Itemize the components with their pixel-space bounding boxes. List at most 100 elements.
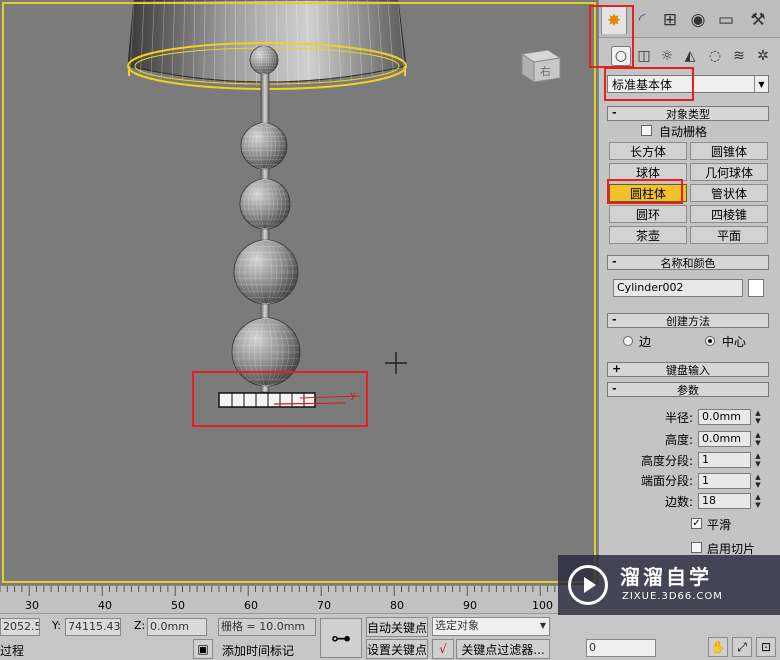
key-filters-button[interactable]: 关键点过滤器...: [456, 639, 550, 659]
sphere-bead[interactable]: [249, 45, 279, 75]
radius-spinner[interactable]: ▲ ▼: [753, 409, 763, 425]
rollout-name-color[interactable]: - 名称和颜色: [607, 255, 769, 270]
tube-button[interactable]: 管状体: [690, 184, 768, 202]
height-label: 高度:: [664, 433, 693, 447]
tab-utilities-icon[interactable]: ⚒: [745, 6, 771, 34]
ruler-tick-50: 50: [171, 599, 185, 612]
height-segments-field[interactable]: 1: [698, 452, 751, 468]
rollout-creation-method[interactable]: - 创建方法: [607, 313, 769, 328]
height-segments-label: 高度分段:: [640, 454, 693, 468]
cylinder-object[interactable]: [218, 392, 361, 408]
chevron-down-icon: ▼: [754, 76, 768, 92]
rollout-title: 对象类型: [666, 107, 710, 121]
radio-center[interactable]: [705, 336, 715, 346]
tab-motion-icon[interactable]: ◉: [685, 6, 711, 34]
geosphere-button[interactable]: 几何球体: [690, 163, 768, 181]
rollout-keyboard-entry[interactable]: + 键盘输入: [607, 362, 769, 377]
smooth-checkbox[interactable]: ✓: [691, 518, 702, 529]
watermark-logo: 溜溜自学 ZIXUE.3D66.COM: [558, 555, 780, 615]
cone-button[interactable]: 圆锥体: [690, 142, 768, 160]
pan-icon[interactable]: ✋: [708, 637, 728, 657]
viewcube-icon[interactable]: 右: [520, 49, 562, 83]
sphere-bead[interactable]: [240, 122, 288, 170]
radius-field[interactable]: 0.0mm: [698, 409, 751, 425]
perspective-viewport[interactable]: y 右: [0, 0, 598, 585]
frame-field[interactable]: 0: [586, 639, 656, 657]
rollout-object-type[interactable]: - 对象类型: [607, 106, 769, 121]
panel-tabs: ✸ ◜ ⊞ ◉ ▭ ⚒: [599, 0, 780, 38]
rollout-parameters[interactable]: - 参数: [607, 382, 769, 397]
cap-segments-spinner[interactable]: ▲ ▼: [753, 473, 763, 489]
crosshair-cursor-icon: [385, 352, 407, 374]
scene-canvas[interactable]: y 右: [0, 0, 598, 585]
tab-hierarchy-icon[interactable]: ⊞: [657, 6, 683, 34]
auto-key-button[interactable]: 自动关键点: [366, 617, 428, 637]
sphere-bead[interactable]: [239, 178, 291, 230]
rollout-sign: +: [612, 362, 622, 375]
key-selection-dropdown[interactable]: 选定对象 ▼: [432, 617, 550, 636]
systems-icon[interactable]: ✲: [753, 46, 773, 66]
pyramid-button[interactable]: 四棱锥: [690, 205, 768, 223]
add-time-tag[interactable]: 添加时间标记: [222, 642, 294, 659]
subcategory-row: ○ ◫ ☼ ◭ ◌ ≋ ✲: [599, 40, 780, 70]
height-segments-spinner[interactable]: ▲ ▼: [753, 452, 763, 468]
ruler-tick-70: 70: [317, 599, 331, 612]
key-selection-value: 选定对象: [435, 619, 479, 632]
cameras-icon[interactable]: ◭: [680, 46, 700, 66]
cap-segments-field[interactable]: 1: [698, 473, 751, 489]
plane-button[interactable]: 平面: [690, 226, 768, 244]
tab-create-icon[interactable]: ✸: [601, 6, 627, 34]
teapot-button[interactable]: 茶壶: [609, 226, 687, 244]
box-button[interactable]: 长方体: [609, 142, 687, 160]
zoom-region-icon[interactable]: ⤢: [732, 637, 752, 657]
command-panel: ✸ ◜ ⊞ ◉ ▭ ⚒ ○ ◫ ☼ ◭ ◌ ≋ ✲ 标准基本体 ▼ - 对象类型 …: [598, 0, 780, 585]
shapes-icon[interactable]: ◫: [634, 46, 654, 66]
sphere-button[interactable]: 球体: [609, 163, 687, 181]
status-bar: 2052.5 Y: 74115.43m Z: 0.0mm 栅格 = 10.0mm…: [0, 613, 560, 660]
set-key-icon[interactable]: ⊶: [320, 618, 362, 658]
helpers-icon[interactable]: ◌: [705, 46, 725, 66]
z-label: Z:: [134, 619, 146, 632]
sphere-bead[interactable]: [231, 317, 301, 387]
ruler-tick-40: 40: [98, 599, 112, 612]
maximize-icon[interactable]: ⊡: [756, 637, 776, 657]
torus-button[interactable]: 圆环: [609, 205, 687, 223]
axis-y-label: y: [350, 390, 356, 401]
tab-display-icon[interactable]: ▭: [713, 6, 739, 34]
z-coordinate-field[interactable]: 0.0mm: [147, 618, 207, 636]
ruler-tick-30: 30: [25, 599, 39, 612]
radius-label: 半径:: [664, 411, 693, 425]
x-coordinate-field[interactable]: 2052.5: [0, 618, 40, 636]
rollout-title: 键盘输入: [666, 363, 710, 377]
object-name-field[interactable]: Cylinder002: [613, 279, 743, 297]
radio-edge[interactable]: [623, 336, 633, 346]
sides-spinner[interactable]: ▲ ▼: [753, 493, 763, 509]
y-label: Y:: [52, 619, 61, 632]
sides-field[interactable]: 18: [698, 493, 751, 509]
timeline-ruler[interactable]: 30 40 50 60 70 80 90 100: [0, 585, 560, 613]
play-logo-icon: [568, 565, 608, 605]
geometry-icon[interactable]: ○: [611, 46, 631, 66]
sphere-bead[interactable]: [233, 239, 299, 305]
autogrid-label: 自动栅格: [659, 125, 708, 139]
chevron-down-icon: ▼: [539, 621, 546, 630]
ruler-tick-60: 60: [244, 599, 258, 612]
radio-edge-label: 边: [639, 335, 652, 349]
curve-editor-icon[interactable]: √: [432, 639, 454, 659]
status-prompt: 过程: [0, 644, 25, 658]
ruler-tick-80: 80: [390, 599, 404, 612]
tab-modify-icon[interactable]: ◜: [629, 6, 655, 34]
time-tag-icon[interactable]: ▣: [193, 639, 213, 659]
object-color-swatch[interactable]: [748, 279, 764, 297]
primitive-type-dropdown[interactable]: 标准基本体 ▼: [607, 75, 769, 93]
lights-icon[interactable]: ☼: [657, 46, 677, 66]
spacewarps-icon[interactable]: ≋: [729, 46, 749, 66]
cylinder-button[interactable]: 圆柱体: [609, 184, 687, 202]
set-key-button[interactable]: 设置关键点: [366, 639, 428, 659]
height-spinner[interactable]: ▲ ▼: [753, 431, 763, 447]
playback-controls: 0 ✋ ⤢ ⊡: [558, 615, 780, 660]
height-field[interactable]: 0.0mm: [698, 431, 751, 447]
autogrid-checkbox[interactable]: [641, 125, 652, 136]
slice-checkbox[interactable]: [691, 542, 702, 553]
y-coordinate-field[interactable]: 74115.43m: [65, 618, 121, 636]
